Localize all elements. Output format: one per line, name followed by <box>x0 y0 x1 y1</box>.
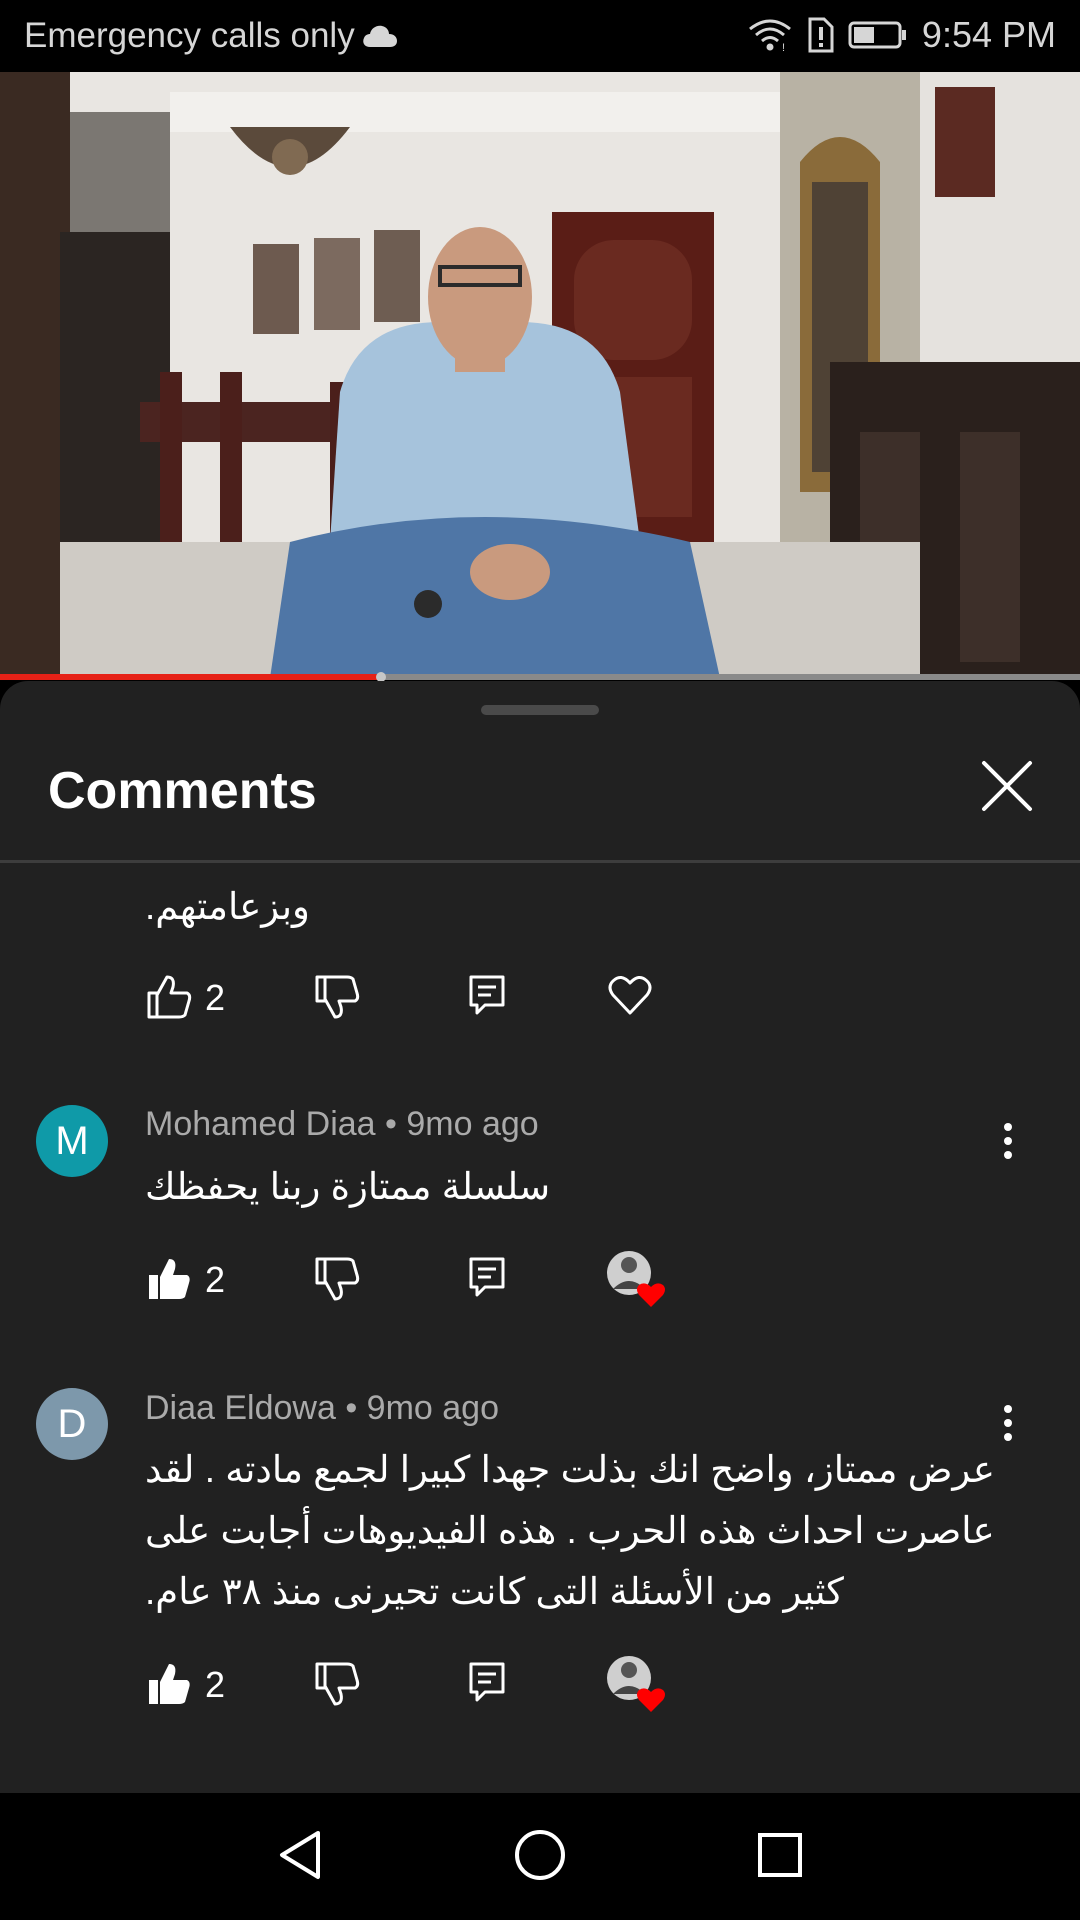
comment-action-row: 2 <box>145 1656 705 1712</box>
more-options-icon[interactable] <box>1000 1403 1016 1443</box>
comment-meta: Mohamed Diaa • 9mo ago <box>145 1105 539 1143</box>
status-left: Emergency calls only <box>24 16 399 56</box>
carrier-text: Emergency calls only <box>24 16 355 55</box>
drag-handle[interactable] <box>481 705 599 715</box>
dislike-icon[interactable] <box>313 1660 361 1708</box>
comment-text: وبزعامتهم. <box>145 886 310 927</box>
sim-alert-icon <box>808 17 834 53</box>
svg-text:!: ! <box>782 42 785 53</box>
comment-action-row: 2 <box>145 973 705 1025</box>
back-icon[interactable] <box>276 1829 324 1881</box>
like-count: 2 <box>205 1259 226 1300</box>
wifi-icon: ! <box>748 19 791 53</box>
recents-icon[interactable] <box>756 1831 804 1879</box>
reply-icon[interactable] <box>467 1660 507 1704</box>
comment-action-row: 2 <box>145 1251 705 1307</box>
video-progress-fill <box>0 674 378 680</box>
status-bar: Emergency calls only ! 9:54 PM <box>0 0 1080 72</box>
like-outline-icon[interactable] <box>145 973 193 1021</box>
video-player[interactable] <box>0 72 1080 678</box>
clock-text: 9:54 PM <box>921 14 1056 55</box>
video-frame <box>0 72 1080 678</box>
comment-line: عاصرت احداث هذه الحرب . هذه الفيديوهات أ… <box>145 1510 995 1551</box>
battery-icon <box>848 21 906 49</box>
avatar[interactable]: M <box>36 1105 108 1177</box>
like-count: 2 <box>205 977 226 1018</box>
header-divider <box>0 860 1080 863</box>
dislike-icon[interactable] <box>313 973 361 1021</box>
like-filled-icon[interactable] <box>145 1255 193 1303</box>
like-count: 2 <box>205 1664 226 1705</box>
comment-text: سلسلة ممتازة ربنا يحفظك <box>145 1166 551 1207</box>
comment-text: عرض ممتاز، واضح انك بذلت جهدا كبيرا لجمع… <box>145 1439 1005 1622</box>
avatar[interactable]: D <box>36 1388 108 1460</box>
like-filled-icon[interactable] <box>145 1660 193 1708</box>
comment-line: كثير من الأسئلة التى كانت تحيرنى منذ ٣٨ … <box>145 1571 844 1612</box>
navigation-bar <box>0 1793 1080 1920</box>
more-options-icon[interactable] <box>1000 1121 1016 1161</box>
reply-icon[interactable] <box>467 973 507 1017</box>
heart-outline-icon[interactable] <box>607 973 653 1017</box>
comment-line: عرض ممتاز، واضح انك بذلت جهدا كبيرا لجمع… <box>145 1449 995 1490</box>
dislike-icon[interactable] <box>313 1255 361 1303</box>
creator-heart-icon <box>607 1656 665 1712</box>
comment-meta: Diaa Eldowa • 9mo ago <box>145 1389 499 1427</box>
home-icon[interactable] <box>514 1829 566 1881</box>
video-progress-bar[interactable] <box>0 672 1080 682</box>
reply-icon[interactable] <box>467 1255 507 1299</box>
status-right: ! 9:54 PM <box>748 14 1056 56</box>
cloud-icon <box>362 25 397 47</box>
comments-sheet: Comments وبزعامتهم. 2 M Mohamed Diaa • 9… <box>0 681 1080 1793</box>
close-icon[interactable] <box>976 755 1038 817</box>
comments-title: Comments <box>48 762 317 820</box>
creator-heart-icon <box>607 1251 665 1307</box>
